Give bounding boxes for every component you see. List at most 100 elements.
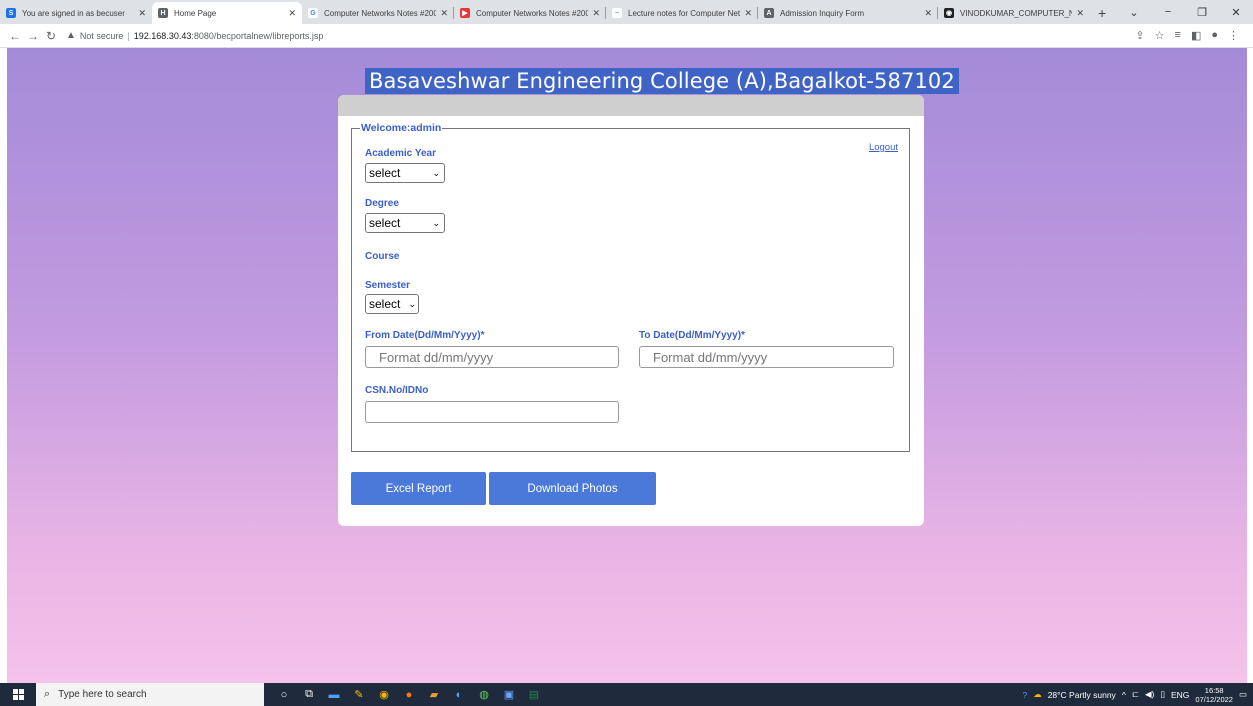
browser-toolbar: ← → ↻ ▲ Not secure | 192.168.30.43:8080/…: [0, 24, 1253, 48]
side-panel-icon[interactable]: ◧: [1191, 29, 1201, 42]
tab-close-icon[interactable]: ✕: [288, 8, 296, 19]
browser-tab[interactable]: ▶ Computer Networks Notes #200 ✕: [454, 2, 606, 24]
academic-year-label: Academic Year: [365, 148, 436, 159]
to-date-label: To Date(Dd/Mm/Yyyy)*: [639, 330, 745, 341]
excel-icon[interactable]: ▤: [526, 687, 542, 703]
volume-icon[interactable]: ◀): [1145, 689, 1154, 700]
restore-button[interactable]: ❐: [1185, 6, 1219, 19]
browser-tab-strip: S You are signed in as becuser ✕ H Home …: [0, 0, 1253, 24]
semester-label: Semester: [365, 280, 411, 291]
new-tab-button[interactable]: +: [1090, 2, 1114, 24]
reload-icon[interactable]: ↻: [42, 29, 60, 43]
from-date-input[interactable]: Format dd/mm/yyyy: [365, 346, 619, 368]
card-header-bar: [338, 95, 924, 116]
from-date-label: From Date(Dd/Mm/Yyyy)*: [365, 330, 485, 341]
weather-icon: ☁: [1033, 689, 1042, 699]
tab-favicon-icon: A: [764, 8, 774, 18]
tab-title: Computer Networks Notes #200: [476, 8, 589, 18]
browser-tab[interactable]: S You are signed in as becuser ✕: [0, 2, 152, 24]
chevron-down-icon: ⌄: [432, 167, 440, 178]
share-icon[interactable]: ⇪: [1135, 29, 1144, 42]
arrow-text: -->: [661, 485, 673, 495]
semester-select[interactable]: select ⌄: [365, 294, 419, 314]
academic-year-select[interactable]: select ⌄: [365, 163, 445, 183]
notifications-icon[interactable]: ▭: [1239, 689, 1247, 700]
logout-link[interactable]: Logout: [869, 142, 898, 153]
language-indicator[interactable]: ENG: [1171, 690, 1189, 700]
address-bar[interactable]: ▲ Not secure | 192.168.30.43:8080/becpor…: [66, 26, 323, 46]
course-label: Course: [365, 251, 400, 262]
taskbar-apps: ○ ⧉ ▬ ✎ ◉ ● ▰ ◐ ◍ ▣ ▤: [276, 687, 542, 703]
close-window-button[interactable]: ✕: [1219, 6, 1253, 19]
clock-date: 07/12/2022: [1195, 694, 1233, 704]
chevron-up-icon[interactable]: ^: [1122, 690, 1126, 700]
tab-title: Computer Networks Notes #200: [324, 8, 437, 18]
tab-close-icon[interactable]: ✕: [1076, 8, 1084, 19]
tab-favicon-icon: ~: [612, 8, 622, 18]
security-status: Not secure: [79, 30, 124, 41]
browser-tab[interactable]: ◉ VINODKUMAR_COMPUTER_NET ✕: [938, 2, 1090, 24]
system-tray: ? ☁ 28°C Partly sunny ^ ⊏ ◀) ▯ ENG 16:58…: [1022, 686, 1253, 704]
browser-tab[interactable]: ~ Lecture notes for Computer Net ✕: [606, 2, 758, 24]
clock[interactable]: 16:58 07/12/2022: [1195, 686, 1233, 704]
degree-select[interactable]: select ⌄: [365, 213, 445, 233]
chrome-icon[interactable]: ◉: [376, 687, 392, 703]
browser-tab-active[interactable]: H Home Page ✕: [152, 2, 302, 24]
report-form: Welcome:admin Logout Academic Year selec…: [351, 122, 910, 452]
tab-title: VINODKUMAR_COMPUTER_NET: [960, 8, 1073, 18]
battery-icon[interactable]: ▯: [1160, 689, 1165, 700]
excel-report-button[interactable]: Excel Report: [351, 472, 486, 505]
bookmark-star-icon[interactable]: ☆: [1155, 29, 1165, 42]
tab-close-icon[interactable]: ✕: [744, 8, 752, 19]
college-title: Basaveshwar Engineering College (A),Baga…: [365, 68, 959, 94]
edge-icon[interactable]: ◐: [451, 687, 467, 703]
tab-close-icon[interactable]: ✕: [138, 8, 146, 19]
network-icon[interactable]: ⊏: [1132, 689, 1139, 700]
search-icon: ⌕: [44, 688, 51, 700]
warning-icon[interactable]: ▲: [66, 30, 76, 41]
window-controls: ⌄ − ❐ ✕: [1117, 0, 1253, 24]
url-host: 192.168.30.43: [133, 30, 192, 41]
tab-favicon-icon: ▶: [460, 8, 470, 18]
tab-favicon-icon: G: [308, 8, 318, 18]
photos-icon[interactable]: ▣: [501, 687, 517, 703]
reading-list-icon[interactable]: ≡: [1175, 29, 1181, 42]
browser-tab[interactable]: A Admission Inquiry Form ✕: [758, 2, 938, 24]
menu-kebab-icon[interactable]: ⋮: [1228, 29, 1239, 42]
degree-label: Degree: [365, 198, 399, 209]
minimize-button[interactable]: −: [1151, 6, 1185, 18]
clock-time: 16:58: [1204, 685, 1224, 695]
tab-title: Admission Inquiry Form: [780, 8, 865, 18]
weather-text[interactable]: 28°C Partly sunny: [1048, 690, 1116, 700]
cortana-icon[interactable]: ○: [276, 687, 292, 703]
forward-arrow-icon[interactable]: →: [24, 29, 42, 43]
tab-close-icon[interactable]: ✕: [592, 8, 600, 19]
browser-tab[interactable]: G Computer Networks Notes #200 ✕: [302, 2, 454, 24]
chevron-down-icon: ⌄: [408, 298, 416, 309]
paint-icon[interactable]: ✎: [351, 687, 367, 703]
firefox-icon[interactable]: ●: [401, 687, 417, 703]
tab-close-icon[interactable]: ✕: [924, 8, 932, 19]
toolbar-actions: ⇪ ☆ ≡ ◧ ● ⋮: [1135, 29, 1247, 42]
report-card: Welcome:admin Logout Academic Year selec…: [338, 95, 924, 526]
tab-search-icon[interactable]: ⌄: [1117, 6, 1151, 19]
page-background: Basaveshwar Engineering College (A),Baga…: [7, 48, 1247, 683]
file-explorer-icon[interactable]: ▬: [326, 687, 342, 703]
windows-logo-icon: [12, 689, 24, 700]
download-photos-button[interactable]: Download Photos: [489, 472, 656, 505]
back-arrow-icon[interactable]: ←: [6, 29, 24, 43]
to-date-input[interactable]: Format dd/mm/yyyy: [639, 346, 894, 368]
taskbar-search[interactable]: ⌕ Type here to search: [36, 683, 264, 706]
app-icon[interactable]: ◍: [476, 687, 492, 703]
help-icon[interactable]: ?: [1022, 690, 1027, 700]
taskbar: ⌕ Type here to search ○ ⧉ ▬ ✎ ◉ ● ▰ ◐ ◍ …: [0, 683, 1253, 706]
folder-icon[interactable]: ▰: [426, 687, 442, 703]
chevron-down-icon: ⌄: [432, 217, 440, 228]
profile-avatar-icon[interactable]: ●: [1211, 29, 1218, 42]
tab-title: Home Page: [174, 8, 217, 18]
tab-close-icon[interactable]: ✕: [440, 8, 448, 19]
task-view-icon[interactable]: ⧉: [301, 687, 317, 703]
url-path: :8080/becportalnew/libreports.jsp: [191, 30, 324, 41]
start-button[interactable]: [0, 683, 36, 706]
csn-input[interactable]: [365, 401, 619, 423]
